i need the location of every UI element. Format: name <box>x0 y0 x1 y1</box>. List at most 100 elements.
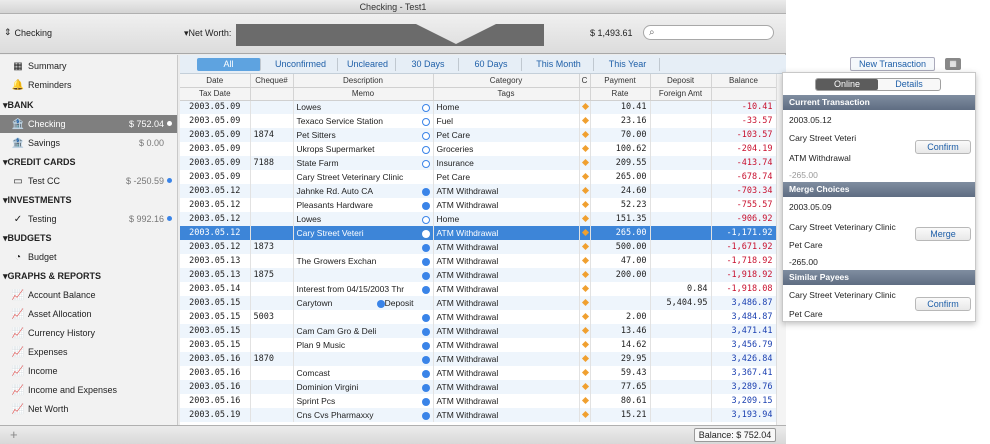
cleared-status-icon[interactable] <box>421 118 430 126</box>
column-header[interactable]: Tags <box>433 87 580 101</box>
cleared-status-icon[interactable] <box>421 384 430 392</box>
column-header[interactable]: Category <box>433 74 580 88</box>
table-row[interactable]: 2003.05.13 1875 ATM Withdrawal 200.00 -1,918… <box>180 268 776 282</box>
cleared-status-icon[interactable] <box>376 300 385 308</box>
table-row[interactable]: 2003.05.13 The Growers Exchan ATM Withdraw… <box>180 254 776 268</box>
column-header[interactable]: Deposit <box>650 74 712 88</box>
status-cell[interactable] <box>579 394 591 408</box>
status-cell[interactable] <box>579 212 591 226</box>
sidebar-item-test-cc[interactable]: ▭ Test CC $ -250.59 <box>0 172 177 190</box>
account-selector[interactable]: ⇕ Checking <box>4 27 52 38</box>
filter-tab-60-days[interactable]: 60 Days <box>461 58 522 71</box>
cleared-status-icon[interactable] <box>421 188 430 196</box>
table-row[interactable]: 2003.05.09 7188 State Farm Insurance 209.55 -… <box>180 156 776 170</box>
tab-online[interactable]: Online <box>816 79 878 90</box>
layout-toggle-button[interactable]: ▦ <box>945 58 961 70</box>
sidebar-item-income[interactable]: 📈 Income <box>0 362 177 380</box>
column-header[interactable]: Tax Date <box>180 87 251 101</box>
cleared-status-icon[interactable] <box>421 104 430 113</box>
add-account-icon[interactable]: + <box>10 427 18 442</box>
table-row[interactable]: 2003.05.15 5003 ATM Withdrawal 2.00 3,484.87 <box>180 310 776 324</box>
table-row[interactable]: 2003.05.12 Lowes Home 151.35 -906.92 <box>180 212 776 226</box>
merge-button[interactable]: Merge <box>915 227 971 241</box>
status-cell[interactable] <box>579 338 591 352</box>
sidebar-item-income-and-expenses[interactable]: 📈 Income and Expenses <box>0 381 177 399</box>
table-row[interactable]: 2003.05.16 Sprint Pcs ATM Withdrawal 80.61 3… <box>180 394 776 408</box>
cleared-status-icon[interactable] <box>421 216 430 224</box>
cleared-status-icon[interactable] <box>421 244 430 252</box>
status-cell[interactable] <box>579 156 591 170</box>
cleared-status-icon[interactable] <box>421 202 430 210</box>
table-row[interactable]: 2003.05.09 Cary Street Veterinary Clinic P… <box>180 170 776 184</box>
table-row[interactable]: 2003.05.12 Pleasants Hardware ATM Withdraw… <box>180 198 776 212</box>
sidebar-item-currency-history[interactable]: 📈 Currency History <box>0 324 177 342</box>
column-header[interactable]: Cheque# <box>250 74 294 88</box>
column-header[interactable]: Foreign Amt <box>650 87 712 101</box>
status-cell[interactable] <box>579 296 591 310</box>
table-row[interactable]: 2003.05.15 Plan 9 Music ATM Withdrawal 14.6… <box>180 338 776 352</box>
status-cell[interactable] <box>579 268 591 282</box>
cleared-status-icon[interactable] <box>421 370 430 378</box>
net-worth-dropdown[interactable]: ▾Net Worth: <box>184 28 231 39</box>
cleared-status-icon[interactable] <box>421 230 430 238</box>
sidebar-group-header[interactable]: ▾ BUDGETS <box>0 229 177 247</box>
table-row[interactable]: 2003.05.12 Cary Street Veteri ATM Withdraw… <box>180 226 776 240</box>
sidebar-item-budget[interactable]: ◔ Budget <box>0 248 177 266</box>
cleared-status-icon[interactable] <box>421 286 430 294</box>
status-cell[interactable] <box>579 240 591 254</box>
table-row[interactable]: 2003.05.16 Comcast ATM Withdrawal 59.43 3,36… <box>180 366 776 380</box>
column-header[interactable]: Description <box>293 74 434 88</box>
search-input[interactable]: ⌕ <box>643 25 774 40</box>
cleared-status-icon[interactable] <box>421 258 430 266</box>
cleared-status-icon[interactable] <box>421 272 430 280</box>
column-header[interactable]: Memo <box>293 87 434 101</box>
column-header[interactable]: Rate <box>590 87 651 101</box>
column-header[interactable] <box>250 87 294 101</box>
status-cell[interactable] <box>579 324 591 338</box>
column-header[interactable]: Balance <box>711 74 776 88</box>
table-row[interactable]: 2003.05.19 Cns Cvs Pharmaxxy ATM Withdrawa… <box>180 408 776 422</box>
filter-tab-uncleared[interactable]: Uncleared <box>340 58 396 71</box>
column-header[interactable]: Payment <box>590 74 651 88</box>
status-cell[interactable] <box>579 408 591 422</box>
sidebar-group-header[interactable]: ▾ BANK <box>0 96 177 114</box>
table-row[interactable]: 2003.05.09 Ukrops Supermarket Groceries 100… <box>180 142 776 156</box>
sidebar-item-reminders[interactable]: 🔔 Reminders <box>0 76 177 94</box>
filter-tab-this-year[interactable]: This Year <box>596 58 660 71</box>
table-row[interactable]: 2003.05.15 Carytown Deposit ATM Withdrawal 5… <box>180 296 776 310</box>
status-cell[interactable] <box>579 128 591 142</box>
sidebar-item-testing[interactable]: ✓ Testing $ 992.16 <box>0 210 177 228</box>
table-row[interactable]: 2003.05.09 Lowes Home 10.41 -10.41 <box>180 100 776 114</box>
cleared-status-icon[interactable] <box>421 356 430 364</box>
cleared-status-icon[interactable] <box>421 160 430 168</box>
table-row[interactable]: 2003.05.16 1870 ATM Withdrawal 29.95 3,426.8… <box>180 352 776 366</box>
column-header[interactable]: C <box>579 74 591 88</box>
sidebar-group-header[interactable]: ▾ GRAPHS & REPORTS <box>0 267 177 285</box>
sidebar-item-asset-allocation[interactable]: 📈 Asset Allocation <box>0 305 177 323</box>
sidebar-item-expenses[interactable]: 📈 Expenses <box>0 343 177 361</box>
column-header[interactable] <box>579 87 591 101</box>
sidebar-item-account-balance[interactable]: 📈 Account Balance <box>0 286 177 304</box>
column-header[interactable] <box>711 87 776 101</box>
sidebar-group-header[interactable]: ▾ CREDIT CARDS <box>0 153 177 171</box>
sidebar-item-net-worth[interactable]: 📈 Net Worth <box>0 400 177 418</box>
cleared-status-icon[interactable] <box>421 398 430 406</box>
table-row[interactable]: 2003.05.14 Interest from 04/15/2003 Thr AT… <box>180 282 776 296</box>
status-cell[interactable] <box>579 282 591 296</box>
table-row[interactable]: 2003.05.09 1874 Pet Sitters Pet Care 70.00 -1… <box>180 128 776 142</box>
sidebar-item-summary[interactable]: ▦ Summary <box>0 57 177 75</box>
confirm-similar-button[interactable]: Confirm <box>915 297 971 311</box>
cleared-status-icon[interactable] <box>421 314 430 322</box>
confirm-button[interactable]: Confirm <box>915 140 971 154</box>
filter-tab-30-days[interactable]: 30 Days <box>398 58 459 71</box>
status-cell[interactable] <box>579 310 591 324</box>
table-row[interactable]: 2003.05.16 Dominion Virgini ATM Withdrawal… <box>180 380 776 394</box>
new-transaction-button[interactable]: New Transaction <box>850 57 935 71</box>
status-cell[interactable] <box>579 198 591 212</box>
filter-tab-unconfirmed[interactable]: Unconfirmed <box>264 58 338 71</box>
status-cell[interactable] <box>579 380 591 394</box>
filter-tab-this-month[interactable]: This Month <box>524 58 594 71</box>
status-cell[interactable] <box>579 184 591 198</box>
cleared-status-icon[interactable] <box>421 132 430 140</box>
status-cell[interactable] <box>579 254 591 268</box>
